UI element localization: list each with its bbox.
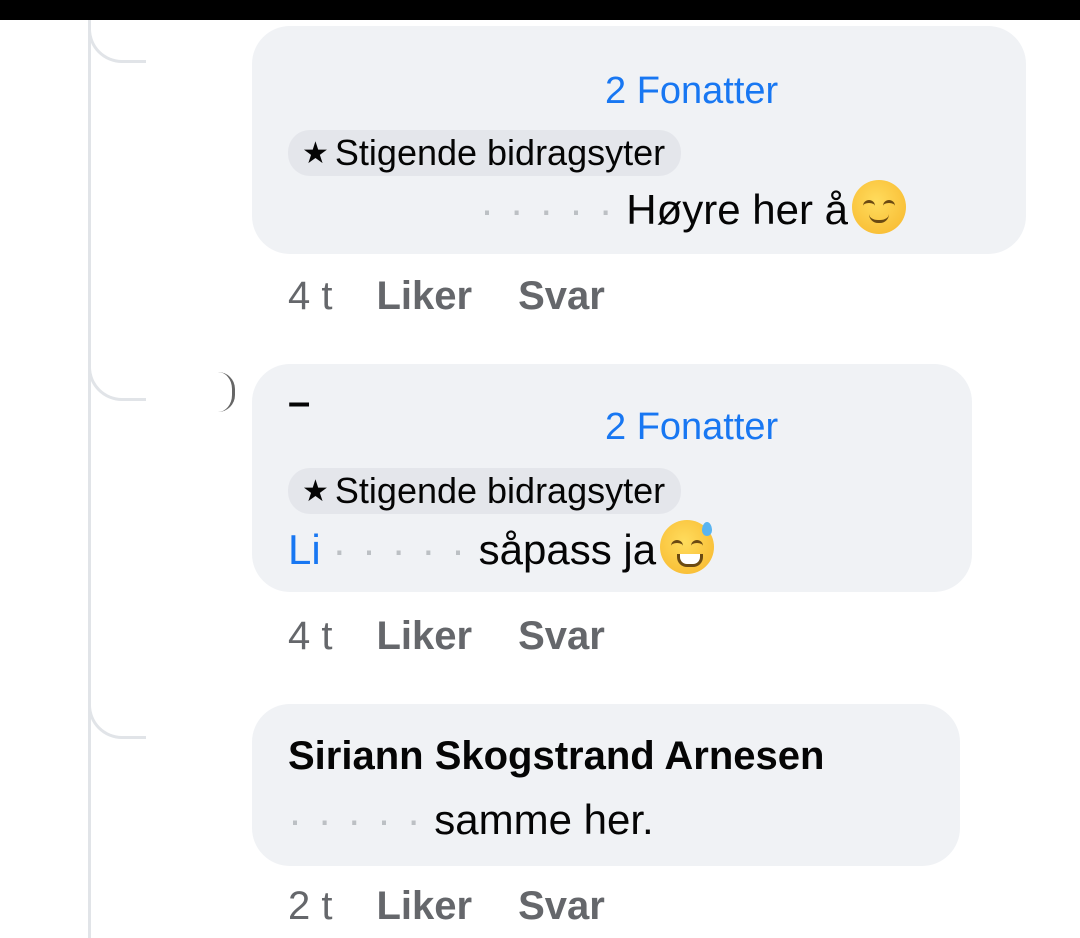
contributor-badge: ★ Stigende bidragsyter <box>288 468 682 514</box>
avatar[interactable] <box>218 372 235 412</box>
thread-line <box>88 20 91 938</box>
status-bar <box>0 0 1080 20</box>
thread-connector <box>88 696 146 739</box>
comment-time[interactable]: 4 t <box>288 614 332 659</box>
comment-actions: 4 t Liker Svar <box>288 274 651 319</box>
like-button[interactable]: Liker <box>376 614 472 659</box>
comment-author[interactable]: – <box>288 380 310 425</box>
comment-author[interactable]: Siriann Skogstrand Arnesen <box>288 734 824 779</box>
reply-button[interactable]: Svar <box>518 614 605 659</box>
comment-actions: 2 t Liker Svar <box>288 884 651 929</box>
comment-time[interactable]: 4 t <box>288 274 332 319</box>
like-button[interactable]: Liker <box>376 884 472 929</box>
star-icon: ★ <box>302 137 329 170</box>
star-icon: ★ <box>302 475 329 508</box>
pensive-face-emoji <box>852 180 907 234</box>
thread-connector <box>88 20 146 63</box>
reply-button[interactable]: Svar <box>518 884 605 929</box>
comment-actions: 4 t Liker Svar <box>288 614 651 659</box>
contributor-tag[interactable]: 2 Fonatter <box>605 70 778 113</box>
grinning-sweat-emoji <box>660 520 715 574</box>
like-button[interactable]: Liker <box>376 274 472 319</box>
reply-button[interactable]: Svar <box>518 274 605 319</box>
comment-text: · · · · · Høyre her å <box>480 180 907 234</box>
contributor-badge: ★ Stigende bidragsyter <box>288 130 682 176</box>
comment-time[interactable]: 2 t <box>288 884 332 929</box>
comment-text: · · · · · samme her. <box>288 796 654 843</box>
comment-text: Li · · · · · såpass ja <box>288 520 715 574</box>
user-mention[interactable]: Li <box>288 526 321 573</box>
thread-connector <box>88 358 146 401</box>
contributor-tag[interactable]: 2 Fonatter <box>605 406 778 449</box>
